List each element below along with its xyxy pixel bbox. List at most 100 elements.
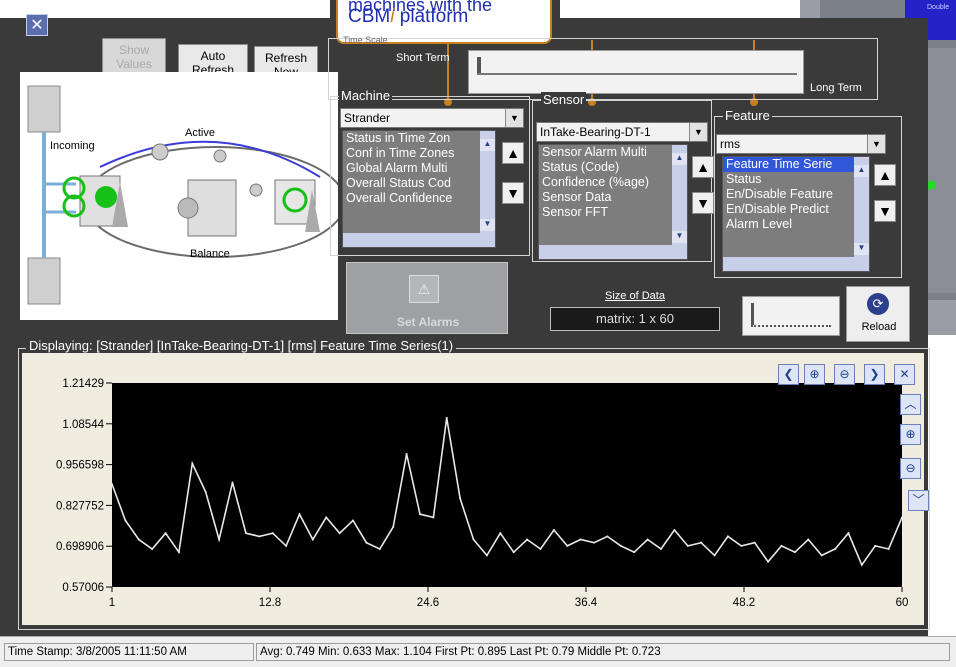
chevron-down-icon[interactable]: ▼ bbox=[505, 109, 523, 127]
feature-list-item[interactable]: Status bbox=[723, 172, 869, 187]
background-window-label: Double bbox=[927, 4, 950, 11]
sensor-move-up-button[interactable]: ▲ bbox=[692, 156, 714, 178]
strander-diagram-drawing: Incoming Active Balance bbox=[27, 85, 346, 305]
data-point bbox=[459, 497, 462, 500]
feature-move-up-button[interactable]: ▲ bbox=[874, 164, 896, 186]
pan-right-icon[interactable]: ❯ bbox=[864, 364, 885, 385]
callout-cbm: CBM bbox=[348, 6, 391, 27]
x-tick-label: 12.8 bbox=[259, 597, 281, 609]
scroll-up-icon[interactable]: ▲ bbox=[480, 139, 495, 151]
machine-move-up-button[interactable]: ▲ bbox=[502, 142, 524, 164]
data-point bbox=[325, 516, 328, 519]
set-alarms-button[interactable]: ⚠ Set Alarms bbox=[346, 262, 508, 334]
feature-list-item[interactable]: En/Disable Predict bbox=[723, 202, 869, 217]
zoom-out-y-icon[interactable]: ⊖ bbox=[900, 458, 921, 479]
status-timestamp: Time Stamp: 3/8/2005 11:11:50 AM bbox=[4, 643, 254, 661]
machine-list-hscroll[interactable] bbox=[343, 233, 495, 247]
feature-list-item[interactable]: Alarm Level bbox=[723, 217, 869, 232]
pan-left-icon[interactable]: ❮ bbox=[778, 364, 799, 385]
feature-list-item[interactable]: En/Disable Feature bbox=[723, 187, 869, 202]
feature-list-item-selected[interactable]: Feature Time Serie bbox=[723, 157, 869, 172]
time-scale-slider[interactable] bbox=[468, 50, 804, 94]
data-point bbox=[713, 554, 716, 557]
data-point bbox=[472, 538, 475, 541]
data-point bbox=[258, 535, 261, 538]
scroll-down-icon[interactable]: ▼ bbox=[480, 219, 495, 231]
time-scale-slider-rail bbox=[477, 73, 797, 75]
data-point bbox=[392, 525, 395, 528]
zoom-slider[interactable] bbox=[742, 296, 840, 336]
zoom-in-y-icon[interactable]: ⊕ bbox=[900, 424, 921, 445]
plot-area bbox=[112, 383, 902, 587]
data-point bbox=[780, 544, 783, 547]
machine-listbox[interactable]: Status in Time Zon Conf in Time Zones Gl… bbox=[342, 130, 496, 248]
data-point bbox=[552, 529, 555, 532]
feature-time-series-chart[interactable]: 1.21429 1.08544 0.956598 0.827752 0.698906 0.… bbox=[22, 353, 924, 625]
machine-select[interactable]: Strander ▼ bbox=[340, 108, 524, 128]
sensor-list-vscroll[interactable]: ▲ ▼ bbox=[672, 145, 687, 247]
machine-select-value: Strander bbox=[344, 111, 391, 125]
machine-list-item[interactable]: Conf in Time Zones bbox=[343, 146, 495, 161]
feature-list-vscroll[interactable]: ▲ ▼ bbox=[854, 157, 869, 259]
feature-list-hscroll[interactable] bbox=[723, 257, 869, 271]
data-point bbox=[164, 532, 167, 535]
show-values-button[interactable]: Show Values bbox=[102, 38, 166, 76]
sensor-list-item[interactable]: Status (Code) bbox=[539, 160, 687, 175]
data-point bbox=[686, 544, 689, 547]
sensor-list-item[interactable]: Confidence (%age) bbox=[539, 175, 687, 190]
sensor-select[interactable]: InTake-Bearing-DT-1 ▼ bbox=[536, 122, 708, 142]
data-point bbox=[566, 544, 569, 547]
sensor-list-hscroll[interactable] bbox=[539, 245, 687, 259]
data-point bbox=[579, 538, 582, 541]
data-point bbox=[793, 551, 796, 554]
data-point bbox=[834, 548, 837, 551]
reset-zoom-icon[interactable]: ✕ bbox=[894, 364, 915, 385]
reload-icon: ⟳ bbox=[867, 293, 889, 315]
data-point bbox=[137, 538, 140, 541]
data-point bbox=[767, 560, 770, 563]
data-point bbox=[512, 551, 515, 554]
machine-list-item[interactable]: Overall Status Cod bbox=[343, 176, 495, 191]
feature-move-down-button[interactable]: ▼ bbox=[874, 200, 896, 222]
chevron-down-icon[interactable]: ▼ bbox=[689, 123, 707, 141]
background-status-led bbox=[927, 181, 935, 189]
x-tick-label: 1 bbox=[109, 597, 115, 609]
time-scale-faint-label: Time Scale bbox=[343, 35, 388, 45]
scroll-down-icon[interactable]: ▼ bbox=[854, 243, 869, 255]
machine-list-item[interactable]: Overall Confidence bbox=[343, 191, 495, 206]
y-tick-label: 0.956598 bbox=[56, 460, 104, 472]
callout-platform: platform bbox=[394, 6, 469, 27]
zoom-slider-ticks bbox=[751, 325, 831, 327]
zoom-in-x-icon[interactable]: ⊕ bbox=[804, 364, 825, 385]
machine-list-vscroll[interactable]: ▲ ▼ bbox=[480, 131, 495, 235]
machine-list-item[interactable]: Status in Time Zon bbox=[343, 131, 495, 146]
sensor-list-item[interactable]: Sensor Alarm Multi bbox=[539, 145, 687, 160]
sensor-list-item[interactable]: Sensor Data bbox=[539, 190, 687, 205]
data-point bbox=[338, 532, 341, 535]
y-tick-label: 0.57006 bbox=[62, 582, 104, 594]
reload-button[interactable]: ⟳ Reload bbox=[846, 286, 910, 342]
data-point bbox=[191, 462, 194, 465]
pan-down-icon[interactable]: ﹀ bbox=[908, 490, 929, 511]
data-point bbox=[111, 483, 113, 486]
chevron-down-icon[interactable]: ▼ bbox=[867, 135, 885, 153]
data-point bbox=[124, 519, 127, 522]
machine-list-item[interactable]: Global Alarm Multi bbox=[343, 161, 495, 176]
scroll-up-icon[interactable]: ▲ bbox=[672, 153, 687, 165]
feature-select[interactable]: rms ▼ bbox=[716, 134, 886, 154]
diagram-label-incoming: Incoming bbox=[50, 140, 95, 152]
machine-move-down-button[interactable]: ▼ bbox=[502, 182, 524, 204]
scroll-down-icon[interactable]: ▼ bbox=[672, 231, 687, 243]
pan-up-icon[interactable]: ︿ bbox=[900, 394, 921, 415]
data-point bbox=[740, 544, 743, 547]
feature-listbox[interactable]: Feature Time Serie Status En/Disable Fea… bbox=[722, 156, 870, 272]
close-button[interactable]: ✕ bbox=[26, 14, 48, 36]
sensor-move-down-button[interactable]: ▼ bbox=[692, 192, 714, 214]
data-point bbox=[151, 548, 154, 551]
sensor-list-item[interactable]: Sensor FFT bbox=[539, 205, 687, 220]
scroll-up-icon[interactable]: ▲ bbox=[854, 165, 869, 177]
zoom-slider-thumb[interactable] bbox=[751, 303, 754, 325]
sensor-listbox[interactable]: Sensor Alarm Multi Status (Code) Confide… bbox=[538, 144, 688, 260]
data-point bbox=[499, 532, 502, 535]
zoom-out-x-icon[interactable]: ⊖ bbox=[834, 364, 855, 385]
